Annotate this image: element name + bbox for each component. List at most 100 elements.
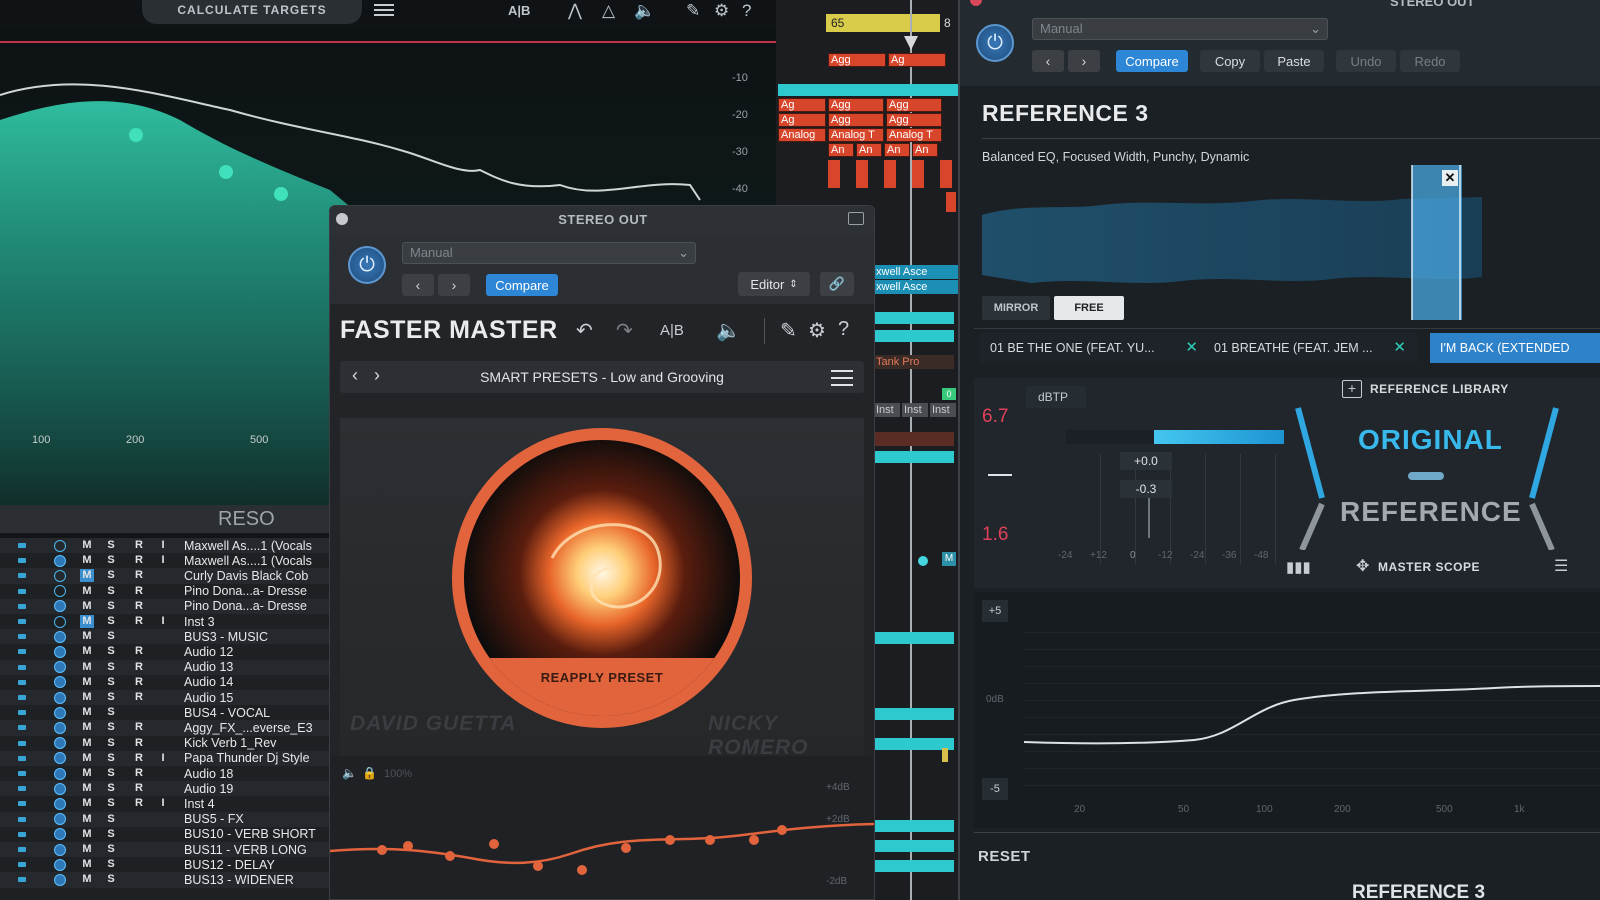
solo-button[interactable]: S [104,585,118,598]
reference-track-tab[interactable]: 01 BREATHE (FEAT. JEM ... ✕ [1204,333,1418,363]
clip[interactable] [874,840,954,852]
track-power-icon[interactable] [54,554,66,567]
track-power-icon[interactable] [54,539,66,552]
mute-button[interactable]: M [80,661,94,674]
ab-compare-icon[interactable]: A|B [660,322,684,339]
solo-button[interactable]: S [104,676,118,689]
input-monitor-button[interactable]: I [156,539,170,552]
mute-icon[interactable]: 🔈 [634,0,655,22]
record-button[interactable]: R [132,661,146,674]
mute-button[interactable]: M [80,691,94,704]
mute-button[interactable]: M [80,539,94,552]
track-row[interactable]: M S R Audio 12 [0,644,330,659]
mute-button[interactable]: M [80,615,94,629]
bars-icon[interactable]: ▮▮▮ [1286,558,1311,576]
track-row[interactable]: M S R Audio 13 [0,659,330,675]
track-power-icon[interactable] [54,721,66,734]
scope-icon[interactable]: ✥ [1356,556,1369,576]
mirror-button[interactable]: MIRROR [982,296,1050,320]
mute-button[interactable]: M [80,630,94,643]
triangle-icon[interactable]: △ [602,0,615,22]
midi-notes[interactable] [828,160,956,188]
next-preset-button[interactable]: › [1068,50,1100,72]
solo-button[interactable]: S [104,554,118,567]
clip[interactable] [942,748,948,762]
clip[interactable]: Ag [778,113,826,127]
track-row[interactable]: M S R Pino Dona...a- Dresse [0,598,330,614]
reset-button[interactable]: RESET [978,848,1031,865]
track-power-icon[interactable] [54,600,66,613]
help-icon[interactable]: ? [838,318,849,341]
track-row[interactable]: M S R Kick Verb 1_Rev [0,736,330,751]
record-button[interactable]: R [132,645,146,658]
mini-eq-curve[interactable] [330,796,875,900]
dbtp-label[interactable]: dBTP [1026,386,1086,408]
track-power-icon[interactable] [54,737,66,750]
track-row[interactable]: M S BUS12 - DELAY [0,857,330,872]
track-power-icon[interactable] [54,676,66,689]
solo-button[interactable]: S [104,813,118,826]
mute-button[interactable]: M [80,645,94,658]
playhead-handle[interactable] [904,36,918,50]
clip[interactable]: Agg [886,113,942,127]
solo-button[interactable]: S [104,691,118,704]
menu-icon[interactable] [370,0,398,20]
preset-select[interactable]: Manual ⌄ [1032,18,1328,40]
solo-button[interactable]: S [104,721,118,734]
input-monitor-button[interactable]: I [156,615,170,628]
track-row[interactable]: M S R Audio 14 [0,675,330,690]
clip[interactable]: xwell Asce [874,265,958,279]
smart-presets-bar[interactable]: ‹ › SMART PRESETS - Low and Grooving [340,361,864,393]
track-power-icon[interactable] [54,661,66,674]
track-row[interactable]: M S BUS5 - FX [0,811,330,827]
record-button[interactable]: R [132,554,146,567]
track-power-icon[interactable] [54,828,66,841]
clip[interactable]: Ag [778,98,826,112]
solo-button[interactable]: S [104,645,118,658]
record-button[interactable]: R [132,737,146,750]
solo-button[interactable]: S [104,767,118,780]
track-row[interactable]: M S BUS4 - VOCAL [0,705,330,720]
compare-button[interactable]: Compare [486,274,558,296]
record-button[interactable]: R [132,676,146,689]
record-button[interactable]: R [132,615,146,628]
track-row[interactable]: M S R Pino Dona...a- Dresse [0,584,330,599]
remove-track-icon[interactable]: ✕ [1393,333,1406,363]
solo-button[interactable]: S [104,661,118,674]
solo-button[interactable]: S [104,539,118,552]
redo-button[interactable]: Redo [1400,50,1460,72]
mute-button[interactable]: M [80,752,94,765]
remove-track-icon[interactable]: ✕ [1185,333,1198,363]
reapply-preset-button[interactable]: REAPPLY PRESET [442,670,762,685]
close-dot-icon[interactable] [970,0,982,6]
track-power-icon[interactable] [54,691,66,704]
clip[interactable] [874,312,954,324]
compare-button[interactable]: Compare [1116,50,1188,72]
reference-toggle[interactable]: REFERENCE [1340,496,1522,528]
mute-button[interactable]: M [80,843,94,856]
track-power-icon[interactable] [54,843,66,856]
track-row[interactable]: M S BUS10 - VERB SHORT [0,827,330,842]
solo-button[interactable]: S [104,600,118,613]
preset-select[interactable]: Manual ⌄ [402,242,696,264]
clip[interactable]: Inst [874,403,900,417]
track-row[interactable]: M S R Audio 15 [0,690,330,706]
lock-icon[interactable]: 🔒 [362,766,377,780]
record-button[interactable]: R [132,782,146,795]
add-icon[interactable]: + [1342,380,1362,398]
clip[interactable]: An [828,143,854,157]
clip[interactable] [874,708,954,720]
clip[interactable]: Agg [828,53,886,67]
clip[interactable] [874,330,954,342]
solo-button[interactable]: S [104,706,118,719]
clip[interactable] [778,84,958,96]
mute-button[interactable]: M [80,828,94,841]
mute-icon[interactable]: 🔈 [716,318,741,343]
clip[interactable]: Analog T [828,128,884,142]
free-button[interactable]: FREE [1054,296,1124,320]
link-icon[interactable]: 🔗 [820,272,854,296]
track-row[interactable]: M S R Aggy_FX_...everse_E3 [0,720,330,736]
scope-minus-button[interactable]: -5 [982,778,1008,800]
solo-button[interactable]: S [104,615,118,628]
brush-icon[interactable]: ✎ [780,318,797,343]
